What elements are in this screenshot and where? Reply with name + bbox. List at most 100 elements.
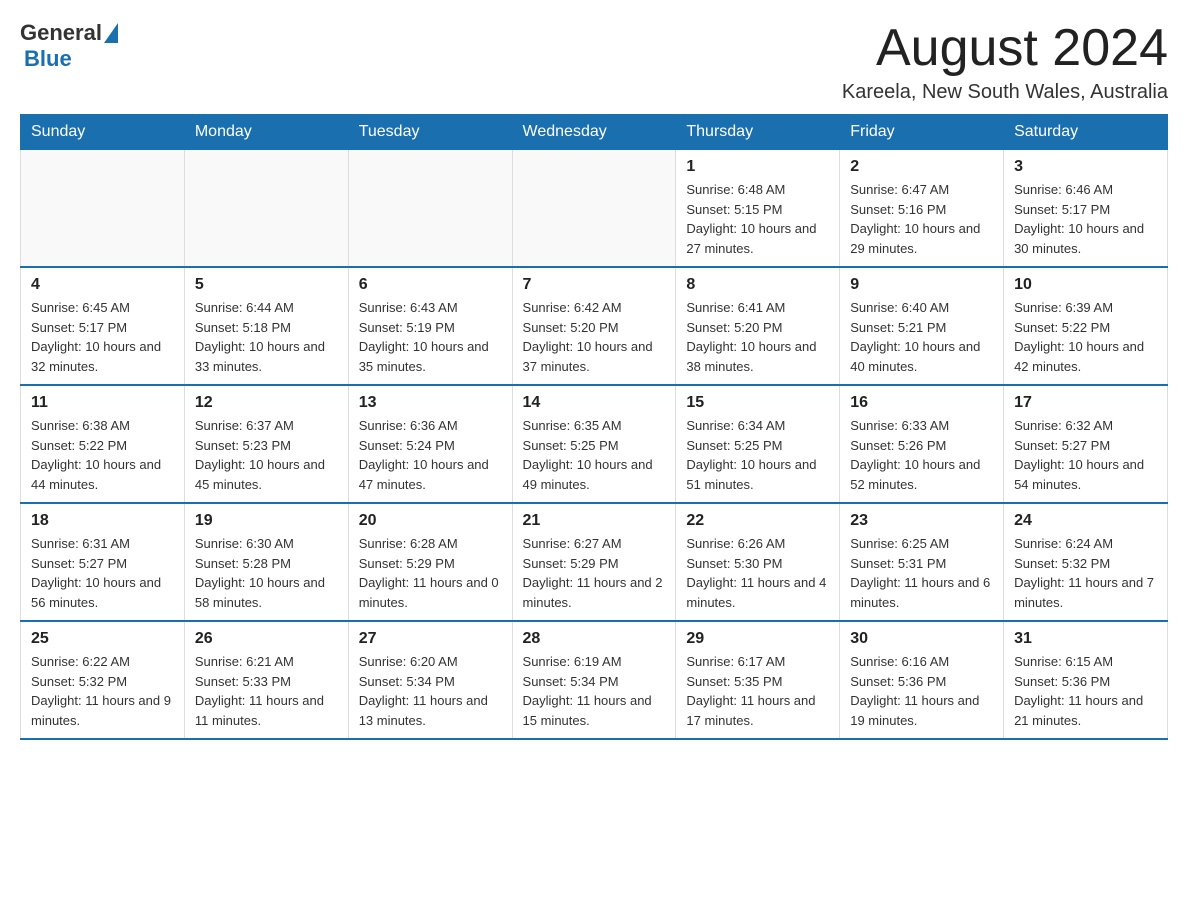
calendar-cell: 3Sunrise: 6:46 AMSunset: 5:17 PMDaylight… <box>1004 150 1168 268</box>
calendar-cell: 7 Sunrise: 6:42 AMSunset: 5:20 PMDaylight… <box>512 267 676 385</box>
day-info: Sunrise: 6:17 AMSunset: 5:35 PMDaylight:… <box>686 652 829 730</box>
calendar-cell: 21 Sunrise: 6:27 AMSunset: 5:29 PMDayligh… <box>512 503 676 621</box>
calendar-week-row: 25Sunrise: 6:22 AMSunset: 5:32 PMDayligh… <box>21 621 1168 739</box>
day-number: 3 <box>1014 158 1157 176</box>
calendar-cell: 28 Sunrise: 6:19 AMSunset: 5:34 PMDayligh… <box>512 621 676 739</box>
day-number: 14 <box>523 394 666 412</box>
day-info: Sunrise: 6:40 AMSunset: 5:21 PMDaylight:… <box>850 298 993 376</box>
day-info: Sunrise: 6:25 AMSunset: 5:31 PMDaylight:… <box>850 534 993 612</box>
day-number: 27 <box>359 630 502 648</box>
calendar-cell: 1 Sunrise: 6:48 AMSunset: 5:15 PMDaylight… <box>676 150 840 268</box>
calendar-cell: 14 Sunrise: 6:35 AMSunset: 5:25 PMDayligh… <box>512 385 676 503</box>
calendar-cell: 22Sunrise: 6:26 AMSunset: 5:30 PMDayligh… <box>676 503 840 621</box>
day-number: 20 <box>359 512 502 530</box>
weekday-header-wednesday: Wednesday <box>512 115 676 150</box>
day-info: Sunrise: 6:22 AMSunset: 5:32 PMDaylight:… <box>31 652 174 730</box>
logo-triangle-icon <box>104 23 118 43</box>
page-header: General Blue August 2024 Kareela, New So… <box>20 20 1168 104</box>
day-number: 19 <box>195 512 338 530</box>
weekday-header-thursday: Thursday <box>676 115 840 150</box>
day-number: 11 <box>31 394 174 412</box>
day-info: Sunrise: 6:38 AMSunset: 5:22 PMDaylight:… <box>31 416 174 494</box>
calendar-cell: 17 Sunrise: 6:32 AMSunset: 5:27 PMDayligh… <box>1004 385 1168 503</box>
day-number: 29 <box>686 630 829 648</box>
day-info: Sunrise: 6:43 AMSunset: 5:19 PMDaylight:… <box>359 298 502 376</box>
day-info: Sunrise: 6:30 AMSunset: 5:28 PMDaylight:… <box>195 534 338 612</box>
calendar-cell: 11 Sunrise: 6:38 AMSunset: 5:22 PMDayligh… <box>21 385 185 503</box>
day-number: 1 <box>686 158 829 176</box>
location-subtitle: Kareela, New South Wales, Australia <box>842 81 1168 104</box>
day-info: Sunrise: 6:31 AMSunset: 5:27 PMDaylight:… <box>31 534 174 612</box>
calendar-week-row: 1 Sunrise: 6:48 AMSunset: 5:15 PMDaylight… <box>21 150 1168 268</box>
weekday-header-sunday: Sunday <box>21 115 185 150</box>
day-info: Sunrise: 6:21 AMSunset: 5:33 PMDaylight:… <box>195 652 338 730</box>
day-info: Sunrise: 6:32 AMSunset: 5:27 PMDaylight:… <box>1014 416 1157 494</box>
day-number: 30 <box>850 630 993 648</box>
day-number: 15 <box>686 394 829 412</box>
calendar-cell: 13 Sunrise: 6:36 AMSunset: 5:24 PMDayligh… <box>348 385 512 503</box>
day-number: 28 <box>523 630 666 648</box>
logo-general-text: General <box>20 20 102 46</box>
day-number: 6 <box>359 276 502 294</box>
calendar-cell <box>21 150 185 268</box>
day-info: Sunrise: 6:20 AMSunset: 5:34 PMDaylight:… <box>359 652 502 730</box>
day-number: 31 <box>1014 630 1157 648</box>
day-info: Sunrise: 6:28 AMSunset: 5:29 PMDaylight:… <box>359 534 502 612</box>
calendar-cell: 18 Sunrise: 6:31 AMSunset: 5:27 PMDayligh… <box>21 503 185 621</box>
calendar-week-row: 4Sunrise: 6:45 AMSunset: 5:17 PMDaylight… <box>21 267 1168 385</box>
day-number: 9 <box>850 276 993 294</box>
day-info: Sunrise: 6:15 AMSunset: 5:36 PMDaylight:… <box>1014 652 1157 730</box>
calendar-cell: 2 Sunrise: 6:47 AMSunset: 5:16 PMDaylight… <box>840 150 1004 268</box>
calendar-week-row: 11 Sunrise: 6:38 AMSunset: 5:22 PMDayligh… <box>21 385 1168 503</box>
day-number: 7 <box>523 276 666 294</box>
weekday-header-monday: Monday <box>184 115 348 150</box>
day-number: 12 <box>195 394 338 412</box>
day-info: Sunrise: 6:48 AMSunset: 5:15 PMDaylight:… <box>686 180 829 258</box>
calendar-cell: 6 Sunrise: 6:43 AMSunset: 5:19 PMDaylight… <box>348 267 512 385</box>
weekday-header-saturday: Saturday <box>1004 115 1168 150</box>
day-number: 2 <box>850 158 993 176</box>
day-number: 16 <box>850 394 993 412</box>
calendar-cell <box>184 150 348 268</box>
day-number: 5 <box>195 276 338 294</box>
day-info: Sunrise: 6:34 AMSunset: 5:25 PMDaylight:… <box>686 416 829 494</box>
day-number: 18 <box>31 512 174 530</box>
day-info: Sunrise: 6:47 AMSunset: 5:16 PMDaylight:… <box>850 180 993 258</box>
calendar-cell: 29 Sunrise: 6:17 AMSunset: 5:35 PMDayligh… <box>676 621 840 739</box>
weekday-header-tuesday: Tuesday <box>348 115 512 150</box>
calendar-cell: 30Sunrise: 6:16 AMSunset: 5:36 PMDayligh… <box>840 621 1004 739</box>
day-number: 21 <box>523 512 666 530</box>
calendar-cell: 31 Sunrise: 6:15 AMSunset: 5:36 PMDayligh… <box>1004 621 1168 739</box>
day-number: 17 <box>1014 394 1157 412</box>
logo: General Blue <box>20 20 118 72</box>
calendar-cell: 8Sunrise: 6:41 AMSunset: 5:20 PMDaylight… <box>676 267 840 385</box>
calendar-cell: 15 Sunrise: 6:34 AMSunset: 5:25 PMDayligh… <box>676 385 840 503</box>
day-number: 10 <box>1014 276 1157 294</box>
calendar-cell: 16 Sunrise: 6:33 AMSunset: 5:26 PMDayligh… <box>840 385 1004 503</box>
day-info: Sunrise: 6:19 AMSunset: 5:34 PMDaylight:… <box>523 652 666 730</box>
calendar-cell: 24 Sunrise: 6:24 AMSunset: 5:32 PMDayligh… <box>1004 503 1168 621</box>
day-info: Sunrise: 6:35 AMSunset: 5:25 PMDaylight:… <box>523 416 666 494</box>
day-info: Sunrise: 6:27 AMSunset: 5:29 PMDaylight:… <box>523 534 666 612</box>
day-info: Sunrise: 6:33 AMSunset: 5:26 PMDaylight:… <box>850 416 993 494</box>
calendar-cell: 19 Sunrise: 6:30 AMSunset: 5:28 PMDayligh… <box>184 503 348 621</box>
day-number: 24 <box>1014 512 1157 530</box>
calendar-cell: 12 Sunrise: 6:37 AMSunset: 5:23 PMDayligh… <box>184 385 348 503</box>
day-number: 22 <box>686 512 829 530</box>
day-number: 13 <box>359 394 502 412</box>
calendar-cell <box>512 150 676 268</box>
calendar-table: SundayMondayTuesdayWednesdayThursdayFrid… <box>20 114 1168 740</box>
day-info: Sunrise: 6:24 AMSunset: 5:32 PMDaylight:… <box>1014 534 1157 612</box>
weekday-header-row: SundayMondayTuesdayWednesdayThursdayFrid… <box>21 115 1168 150</box>
calendar-cell: 23 Sunrise: 6:25 AMSunset: 5:31 PMDayligh… <box>840 503 1004 621</box>
month-title: August 2024 <box>842 20 1168 77</box>
day-number: 4 <box>31 276 174 294</box>
day-info: Sunrise: 6:37 AMSunset: 5:23 PMDaylight:… <box>195 416 338 494</box>
calendar-cell: 9 Sunrise: 6:40 AMSunset: 5:21 PMDaylight… <box>840 267 1004 385</box>
day-number: 23 <box>850 512 993 530</box>
day-info: Sunrise: 6:36 AMSunset: 5:24 PMDaylight:… <box>359 416 502 494</box>
day-info: Sunrise: 6:42 AMSunset: 5:20 PMDaylight:… <box>523 298 666 376</box>
calendar-body: 1 Sunrise: 6:48 AMSunset: 5:15 PMDaylight… <box>21 150 1168 740</box>
calendar-cell: 10Sunrise: 6:39 AMSunset: 5:22 PMDayligh… <box>1004 267 1168 385</box>
logo-blue-text: Blue <box>24 46 72 72</box>
